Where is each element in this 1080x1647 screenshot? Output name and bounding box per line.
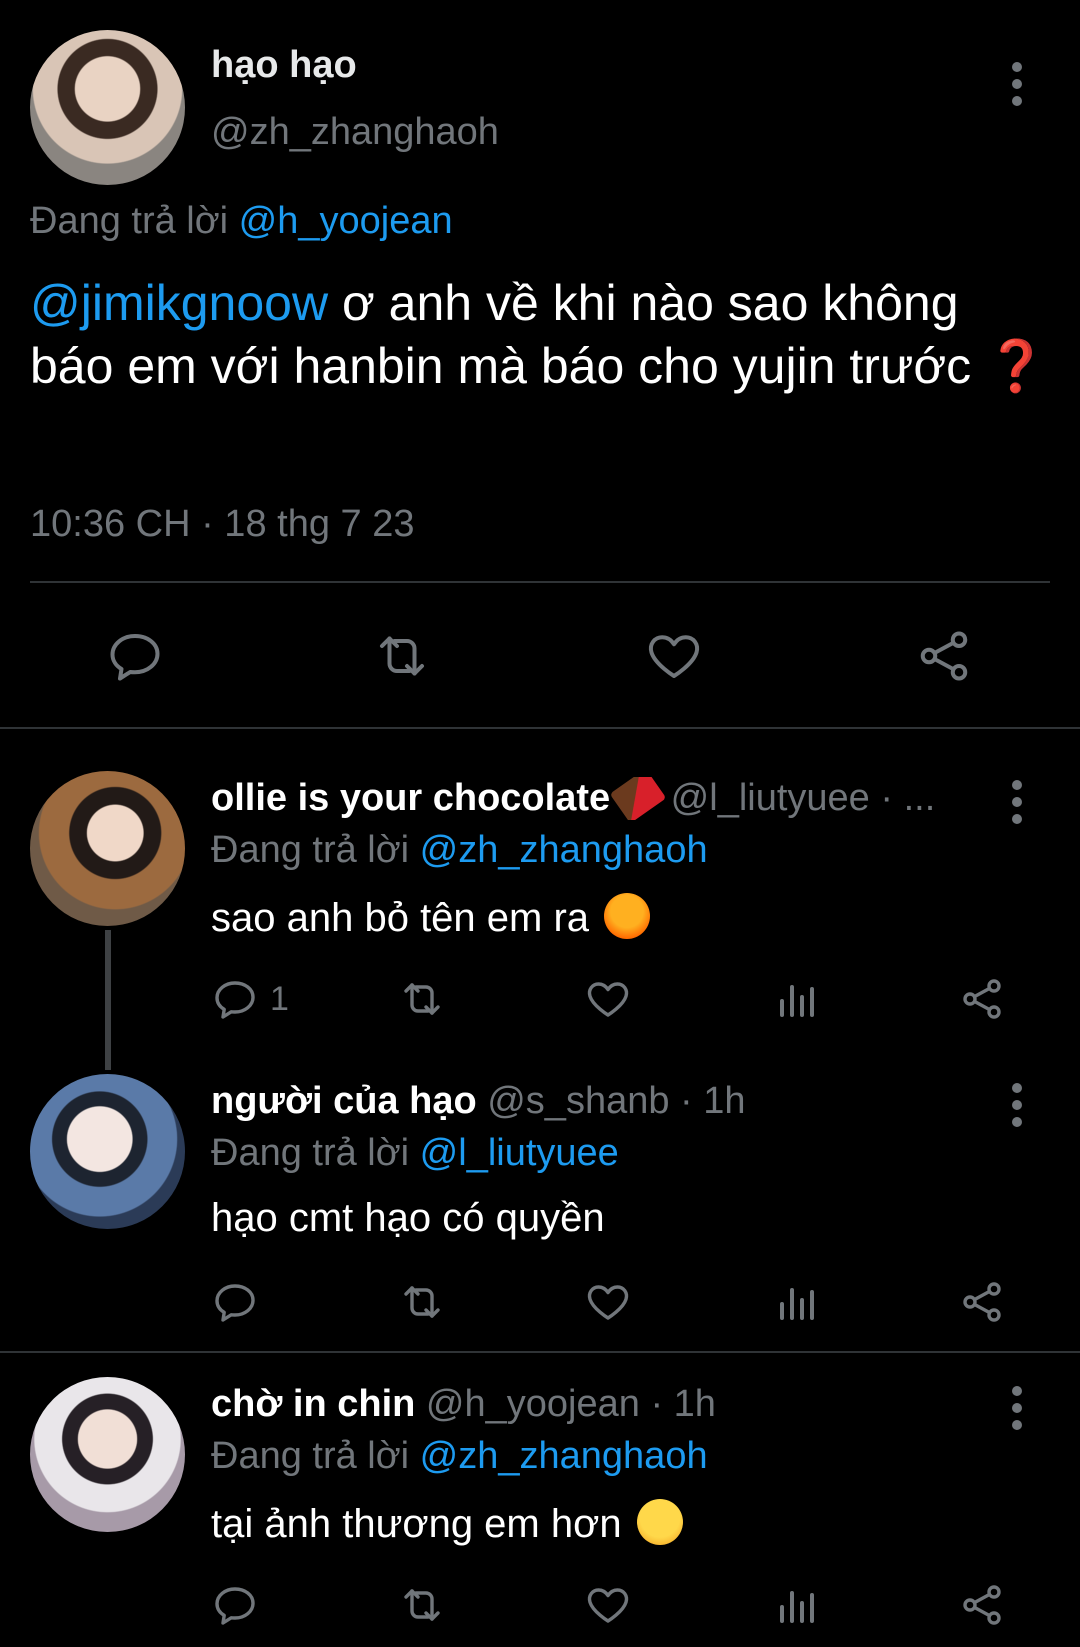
- analytics-icon[interactable]: [772, 1278, 820, 1326]
- tweet-timestamp[interactable]: 10:36 CH · 18 thg 7 23: [30, 503, 414, 546]
- reply-count: 1: [270, 980, 289, 1018]
- retweet-icon[interactable]: [398, 1581, 446, 1629]
- reply-header: chờ in chin @h_yoojean · 1h: [211, 1383, 991, 1426]
- reply-author-handle[interactable]: @h_yoojean · 1h: [415, 1383, 716, 1425]
- avatar[interactable]: [30, 30, 185, 185]
- reply-author-name[interactable]: ollie is your chocolate: [211, 777, 610, 819]
- avatar[interactable]: [30, 1377, 185, 1532]
- replying-to-link[interactable]: @zh_zhanghaoh: [420, 1435, 708, 1477]
- author-name[interactable]: hạo hạo: [211, 44, 357, 87]
- mention-link[interactable]: @jimikgnoow: [30, 275, 328, 331]
- share-icon[interactable]: [958, 1581, 1006, 1629]
- author-handle[interactable]: @zh_zhanghaoh: [211, 111, 499, 154]
- divider: [0, 1351, 1080, 1353]
- question-mark-emoji: ❓: [985, 338, 1048, 394]
- angry-face-emoji: [604, 893, 651, 939]
- like-icon[interactable]: [644, 626, 704, 686]
- replying-to-link[interactable]: @h_yoojean: [239, 200, 453, 242]
- replying-to-link[interactable]: @zh_zhanghaoh: [420, 829, 708, 871]
- analytics-icon[interactable]: [772, 975, 820, 1023]
- retweet-icon[interactable]: [398, 975, 446, 1023]
- replying-prefix: Đang trả lời: [211, 1435, 420, 1477]
- reply-icon[interactable]: [211, 1278, 259, 1326]
- divider: [30, 581, 1050, 583]
- reply-icon[interactable]: [105, 626, 165, 686]
- avatar[interactable]: [30, 771, 185, 926]
- chocolate-bar-emoji: [609, 777, 667, 820]
- reply-body: tại ảnh thương em hơn: [211, 1502, 633, 1546]
- replying-to-line: Đang trả lời @zh_zhanghaoh: [211, 829, 708, 872]
- analytics-icon[interactable]: [772, 1581, 820, 1629]
- replying-to-line: Đang trả lời @zh_zhanghaoh: [211, 1435, 708, 1478]
- replying-prefix: Đang trả lời: [30, 200, 239, 242]
- replying-prefix: Đang trả lời: [211, 829, 420, 871]
- share-icon[interactable]: [958, 975, 1006, 1023]
- smirking-face-emoji: [636, 1499, 683, 1545]
- more-options-icon[interactable]: [1011, 62, 1023, 113]
- retweet-icon[interactable]: [398, 1278, 446, 1326]
- tweet-text: @jimikgnoow ơ anh về khi nào sao không b…: [30, 272, 1050, 398]
- reply-icon[interactable]: [211, 1581, 259, 1629]
- like-icon[interactable]: [584, 1581, 632, 1629]
- replying-prefix: Đang trả lời: [211, 1132, 420, 1174]
- reply-text: sao anh bỏ tên em ra: [211, 893, 651, 941]
- avatar[interactable]: [30, 1074, 185, 1229]
- share-icon[interactable]: [958, 1278, 1006, 1326]
- reply-header: ollie is your chocolate @l_liutyuee · ..…: [211, 777, 991, 820]
- share-icon[interactable]: [914, 626, 974, 686]
- retweet-icon[interactable]: [372, 626, 432, 686]
- reply-body: sao anh bỏ tên em ra: [211, 896, 601, 940]
- more-options-icon[interactable]: [1011, 780, 1023, 831]
- reply-text: tại ảnh thương em hơn: [211, 1499, 683, 1547]
- reply-author-handle[interactable]: @l_liutyuee · ...: [660, 777, 936, 819]
- reply-author-name[interactable]: chờ in chin: [211, 1383, 415, 1425]
- reply-author-name[interactable]: người của hạo: [211, 1080, 477, 1122]
- divider: [0, 727, 1080, 729]
- like-icon[interactable]: [584, 1278, 632, 1326]
- replying-to-link[interactable]: @l_liutyuee: [420, 1132, 619, 1174]
- replying-to-line: Đang trả lời @h_yoojean: [30, 200, 453, 243]
- reply-text: hạo cmt hạo có quyền: [211, 1196, 605, 1240]
- replying-to-line: Đang trả lời @l_liutyuee: [211, 1132, 619, 1175]
- more-options-icon[interactable]: [1011, 1083, 1023, 1134]
- more-options-icon[interactable]: [1011, 1386, 1023, 1437]
- like-icon[interactable]: [584, 975, 632, 1023]
- reply-icon[interactable]: [211, 975, 259, 1023]
- reply-header: người của hạo @s_shanb · 1h: [211, 1080, 991, 1123]
- thread-line: [105, 930, 111, 1070]
- reply-author-handle[interactable]: @s_shanb · 1h: [477, 1080, 745, 1122]
